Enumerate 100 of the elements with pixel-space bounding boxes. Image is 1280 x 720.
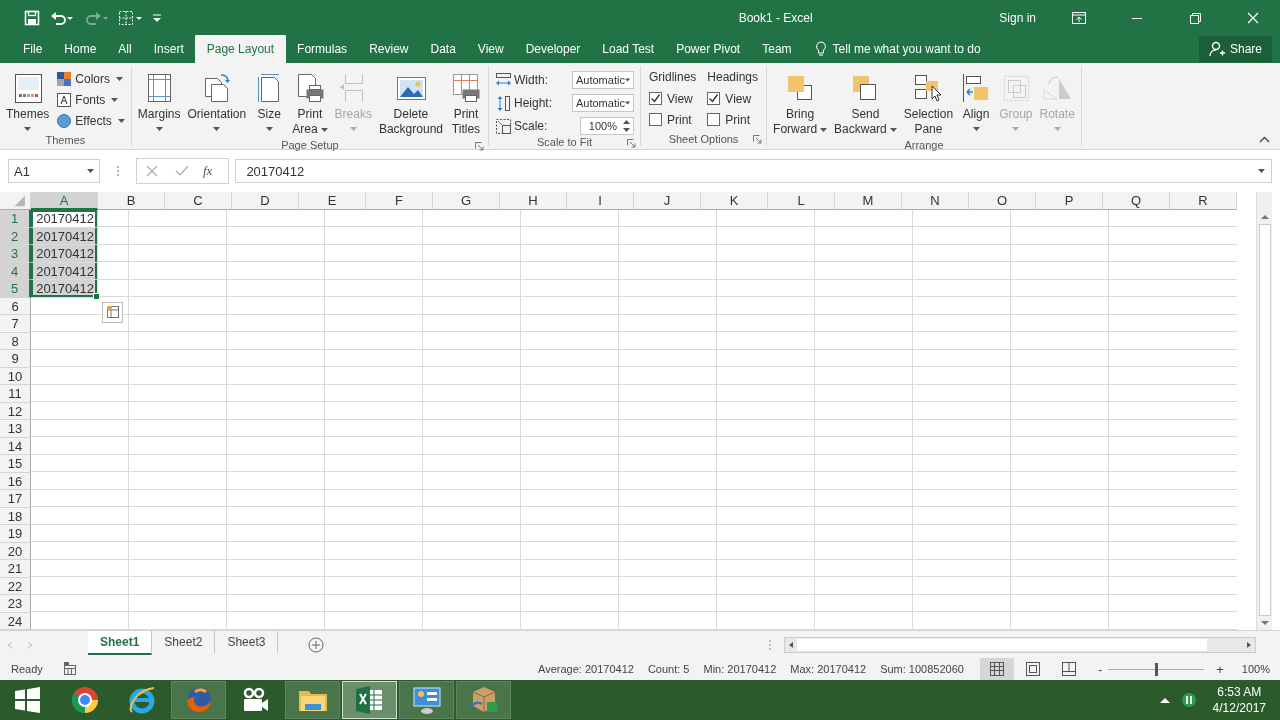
ribbon-tab[interactable]: Formulas <box>286 35 359 63</box>
dropdown-field[interactable]: Automatic <box>572 94 634 112</box>
row-header[interactable]: 15 <box>0 455 31 473</box>
checkbox[interactable]: Print <box>649 111 697 128</box>
ribbon-button[interactable]: Bring Forward <box>770 70 831 139</box>
dialog-launcher-icon[interactable] <box>753 135 763 144</box>
taskbar-button[interactable] <box>399 681 454 719</box>
spinner-field[interactable]: 100% <box>580 117 634 135</box>
row-header[interactable]: 5 <box>0 280 31 298</box>
column-header[interactable]: G <box>433 192 500 210</box>
table-cell[interactable]: 20170412 <box>31 245 98 263</box>
column-header[interactable]: J <box>634 192 701 210</box>
share-button[interactable]: Share <box>1198 36 1272 62</box>
ribbon-button[interactable]: Delete Background <box>375 70 446 139</box>
show-hidden-icons-icon[interactable] <box>1158 696 1171 704</box>
column-header[interactable]: M <box>835 192 902 210</box>
macro-record-icon[interactable] <box>62 662 77 676</box>
column-header[interactable]: E <box>299 192 366 210</box>
save-icon[interactable] <box>24 9 40 26</box>
zoom-level[interactable]: 100% <box>1241 663 1270 675</box>
column-header[interactable]: L <box>768 192 835 210</box>
column-header[interactable]: Q <box>1103 192 1170 210</box>
collapse-ribbon-icon[interactable] <box>1259 136 1270 143</box>
dialog-launcher-icon[interactable] <box>627 139 636 148</box>
ribbon-button[interactable]: Send Backward <box>831 70 900 139</box>
row-header[interactable]: 23 <box>0 595 31 613</box>
row-header[interactable]: 19 <box>0 525 31 543</box>
ribbon-tab[interactable]: Insert <box>142 35 195 63</box>
ribbon-tab[interactable]: All <box>107 35 143 63</box>
ribbon-tab[interactable]: File <box>12 35 54 63</box>
fill-handle[interactable] <box>93 292 100 300</box>
column-header[interactable]: K <box>701 192 768 210</box>
zoom-out-button[interactable]: - <box>1091 661 1109 677</box>
zoom-slider[interactable] <box>1155 662 1159 676</box>
column-header[interactable]: C <box>165 192 232 210</box>
checkbox[interactable]: View <box>649 90 697 107</box>
tell-me-search[interactable]: Tell me what you want to do <box>832 42 981 56</box>
sheet-tab[interactable]: Sheet2 <box>152 631 216 653</box>
column-header[interactable]: R <box>1170 192 1237 210</box>
ribbon-button[interactable]: Align <box>957 70 996 133</box>
row-header[interactable]: 11 <box>0 385 31 403</box>
undo-icon[interactable] <box>50 9 74 26</box>
column-header[interactable]: B <box>98 192 165 210</box>
tray-app-icon[interactable] <box>1180 692 1197 708</box>
sheet-tab[interactable]: Sheet1 <box>88 631 153 655</box>
ribbon-button[interactable]: Effects <box>56 112 125 130</box>
ribbon-tab[interactable]: Power Pivot <box>665 35 752 63</box>
ribbon-tab[interactable]: Team <box>751 35 803 63</box>
vertical-scrollbar[interactable] <box>1256 192 1272 630</box>
column-header[interactable]: F <box>366 192 433 210</box>
cell-grid[interactable]: 1 20170412 2 20170412 3 20170412 4 20170412 5 20170412 6 7 8 9 10 11 12 13 14 15 16 17 18 19 20 21 22 23 24 <box>0 210 1237 630</box>
sign-in-link[interactable]: Sign in <box>999 10 1036 25</box>
ribbon-button[interactable]: Margins <box>134 70 184 133</box>
ribbon-button[interactable]: Fonts <box>56 91 125 109</box>
formula-field[interactable]: 20170412 <box>235 159 1272 183</box>
taskbar-button[interactable] <box>285 681 340 719</box>
dialog-launcher-icon[interactable] <box>475 142 484 151</box>
ribbon-button[interactable]: Selection Pane <box>900 70 957 139</box>
quick-analysis-button[interactable] <box>102 301 123 323</box>
row-header[interactable]: 7 <box>0 315 31 333</box>
borders-icon[interactable] <box>118 9 142 26</box>
table-cell[interactable]: 20170412 <box>31 210 98 228</box>
column-header[interactable]: O <box>969 192 1036 210</box>
clock-time[interactable]: 6:53 AM <box>1217 684 1262 700</box>
name-box[interactable]: A1 <box>8 159 100 183</box>
column-header[interactable]: P <box>1036 192 1103 210</box>
row-header[interactable]: 1 <box>0 210 31 228</box>
ribbon-button[interactable]: Size <box>250 70 289 133</box>
ribbon-tab[interactable]: Developer <box>514 35 592 63</box>
ribbon-tab[interactable]: Load Test <box>591 35 666 63</box>
checkbox[interactable]: View <box>707 90 759 107</box>
ribbon-tab[interactable]: Home <box>53 35 108 63</box>
add-sheet-icon[interactable] <box>308 636 325 653</box>
ribbon-tab[interactable]: Review <box>358 35 420 63</box>
ribbon-button[interactable]: Print Area <box>289 70 331 139</box>
checkbox[interactable]: Print <box>707 111 759 128</box>
ribbon-button[interactable]: Orientation <box>184 70 250 133</box>
sheet-tab[interactable]: Sheet3 <box>215 631 279 653</box>
ribbon-button[interactable]: Themes <box>3 70 53 133</box>
column-header[interactable]: D <box>232 192 299 210</box>
view-button[interactable] <box>979 658 1014 680</box>
column-header[interactable]: I <box>567 192 634 210</box>
column-header[interactable]: A <box>31 192 98 210</box>
dropdown-field[interactable]: Automatic <box>572 71 634 89</box>
ribbon-button[interactable]: Colors <box>56 70 125 88</box>
row-header[interactable]: 17 <box>0 490 31 508</box>
clock-date[interactable]: 4/12/2017 <box>1212 700 1266 716</box>
column-header[interactable]: N <box>902 192 969 210</box>
ribbon-tab[interactable]: View <box>466 35 515 63</box>
insert-function-button[interactable]: fx <box>197 163 223 179</box>
row-header[interactable]: 21 <box>0 560 31 578</box>
ribbon-tab[interactable]: Data <box>419 35 467 63</box>
ribbon-tab[interactable]: Page Layout <box>194 35 287 63</box>
column-header[interactable]: H <box>500 192 567 210</box>
ribbon-button[interactable]: Print Titles <box>447 70 485 139</box>
row-header[interactable]: 9 <box>0 350 31 368</box>
horizontal-scrollbar[interactable] <box>784 636 1256 653</box>
zoom-in-button[interactable]: + <box>1210 661 1230 677</box>
row-header[interactable]: 3 <box>0 245 31 263</box>
row-header[interactable]: 13 <box>0 420 31 438</box>
